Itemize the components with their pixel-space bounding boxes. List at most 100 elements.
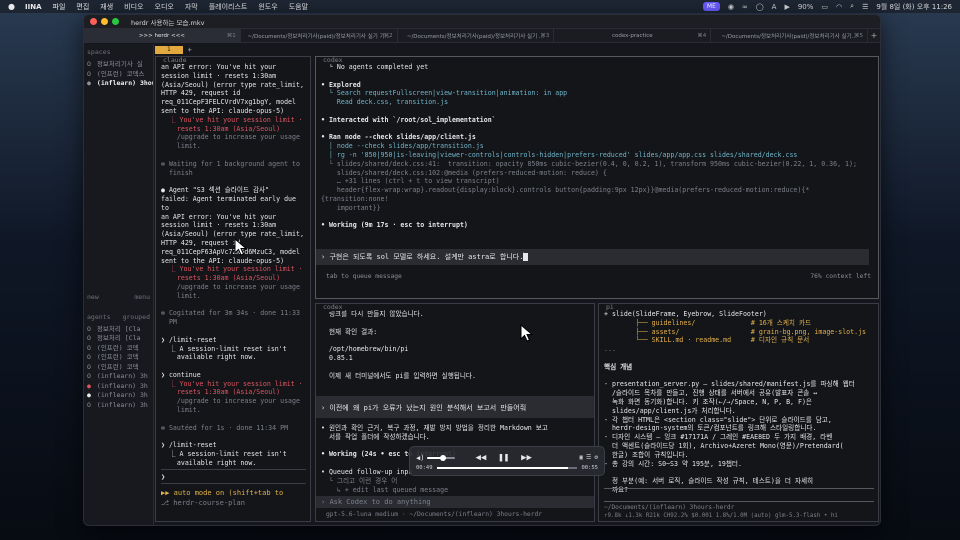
battery-icon[interactable]: ▭ [821,3,828,11]
agent-item[interactable]: O (inflearn) 3h [84,372,153,382]
menu-file[interactable]: 파일 [53,2,66,12]
claude-pane[interactable]: claude an API error: You've hit your ses… [155,56,311,522]
space-item[interactable]: O 정보처리기사 실 [84,60,153,70]
output-line: … +31 lines (ctrl + t to view transcript… [321,177,500,186]
agent-item[interactable]: O 정보처리 [Cla [84,325,153,335]
menu-playback[interactable]: 재생 [100,2,113,12]
output-line: 링크를 다시 만들지 않았습니다. [321,310,424,318]
tab-shortcut: ⌘3 [540,32,550,39]
settings-icon[interactable]: ⚙ [594,454,598,461]
tab-shortcut: ⌘2 [383,32,393,39]
agent-item[interactable]: ● (inflearn) 3h [84,382,153,392]
pi-pane[interactable]: pi + slide(SlideFrame, Eyebrow, SlideFoo… [598,303,879,522]
new-button[interactable]: new [87,293,99,301]
spaces-header: spaces [87,48,111,56]
codex-output: └ No agents completed yet • Explored └ S… [316,57,878,243]
menu-playlist[interactable]: 플레이리스트 [209,2,248,12]
agent-item[interactable]: ● (inflearn) 3h [84,391,153,401]
volume-knob[interactable] [439,454,446,461]
output-line: 이제 새 터미널에서도 pi를 입력하면 실행됩니다. [321,371,476,380]
rewind-icon[interactable]: ◀◀ [475,453,486,463]
agent-item[interactable]: O (인프런) 코덱 [84,353,153,363]
pane-tab-1[interactable]: 1 [155,46,183,54]
output-line: ⎿ A session-limit reset isn't available … [168,450,287,467]
menu-app[interactable]: IINA [25,3,42,11]
wifi-icon[interactable]: ◠ [836,3,842,11]
control-center-icon[interactable]: ☰ [862,3,868,11]
play-icon[interactable]: ▶ [784,3,789,11]
output-line: Read deck.css, transition.js [321,98,449,107]
status-badge[interactable]: ME [702,2,720,11]
zoom-button[interactable] [112,18,119,25]
space-item[interactable]: O (인프런) 코덱스 [84,70,153,80]
clock[interactable]: 9월 8일 (화) 오후 11:26 [876,2,952,12]
agent-item[interactable]: O 정보처리 [Cla [84,334,153,344]
output-line: an API error: You've hit your session li… [161,63,304,115]
output-line: 현재 확인 결과: [321,327,378,336]
mouse-cursor-icon [520,324,534,342]
codex-pane-top[interactable]: codex └ No agents completed yet • Explor… [315,56,879,299]
agent-item-label: (인프런) 코덱 [93,343,139,352]
pip-icon[interactable]: ▣ [579,454,583,461]
seek-bar[interactable] [436,467,578,469]
agent-item-label: 정보처리 [Cla [93,334,141,342]
auto-mode-indicator: ▶▶ auto mode on (shift+tab to [161,489,284,497]
codex-input[interactable]: › 구현은 되도록 sol 모델로 하세요. 설계만 astra로 합니다.▏ [316,249,869,265]
agent-item-label: (inflearn) 3h [93,391,148,399]
apple-icon[interactable]: ● [8,2,17,11]
codex-input[interactable]: › Ask Codex to do anything [316,496,594,508]
volume-slider[interactable] [427,454,456,461]
menu-edit[interactable]: 편집 [76,2,89,12]
claude-prompt[interactable]: ❯ [161,473,165,481]
tab-2[interactable]: ~/Documents/정보처리기사(paid)/정보처리기사 실기 기... ⌘… [241,28,398,43]
media-controls[interactable]: ◀) ◀◀ ❚❚ ▶▶ ▣ ☰ ⚙ 00:49 00:55 [409,446,605,476]
fast-forward-icon[interactable]: ▶▶ [521,453,532,463]
agent-item[interactable]: O (인프런) 코덱 [84,344,153,354]
close-button[interactable] [90,18,97,25]
menu-button[interactable]: menu [134,293,150,301]
pane-tab-add-button[interactable]: + [188,46,192,54]
grouped-toggle[interactable]: grouped [123,313,150,321]
input-source-icon[interactable]: A [772,3,777,11]
search-icon[interactable]: ⌕ [850,2,854,11]
circle-icon[interactable]: ◯ [756,3,764,11]
agent-item[interactable]: O (inflearn) 3h [84,401,153,411]
menu-help[interactable]: 도움말 [289,2,308,12]
playlist-icon[interactable]: ☰ [586,454,591,461]
output-line: ⎿ A session-limit reset isn't available … [168,344,287,362]
output-line: /opt/homebrew/bin/pi [321,345,409,354]
output-line: - 디자인 시스템 — 잉크 #17171A / 그레인 #EAE8ED 두 가… [604,433,844,459]
window-titlebar[interactable]: herdr 사용하는 모습.mkv [84,15,880,29]
output-line: • 원인과 확인 근거, 복구 과정, 재발 방지 방법을 정리한 Markdo… [321,424,548,441]
output-line: 정 부분(예: 서버 로직, 슬라이드 작성 규칙, 테스트)을 더 자세히 까… [611,477,814,494]
space-item-label: (inflearn) 3hour [93,79,153,87]
new-tab-button[interactable]: + [868,31,880,40]
input-placeholder: Ask Codex to do anything [329,498,431,506]
space-item[interactable]: ● (inflearn) 3hour [84,79,153,89]
minimize-button[interactable] [101,18,108,25]
output-line: ⎿ You've hit your session limit · resets… [168,379,303,397]
tab-1[interactable]: >>> herdr <<< ⌘1 [84,28,241,43]
agent-item-label: 정보처리 [Cla [93,324,141,333]
tab-5[interactable]: ~/Documents/정보처리기사(paid)/정보처리기사 실기... ⌘5 [711,28,868,43]
claude-output: an API error: You've hit your session li… [156,57,310,472]
output-line: - 각 챕터 HTML은 <section class="slide"> 단위로… [604,415,832,433]
record-icon[interactable]: ◉ [728,3,734,11]
spaces-list: O 정보처리기사 실O (인프런) 코덱스 ● (inflearn) 3hour [84,60,153,89]
queue-hint: tab to queue message [326,273,402,280]
codex-pane-bottom[interactable]: codex 링크를 다시 만들지 않았습니다. 현재 확인 결과: /opt/h… [315,303,595,522]
agent-item-label: (inflearn) 3h [93,381,148,390]
menu-window[interactable]: 윈도우 [258,2,277,12]
agent-item[interactable]: O (인프런) 코덱 [84,363,153,373]
pause-icon[interactable]: ❚❚ [498,453,509,463]
menu-subtitles[interactable]: 자막 [185,2,198,12]
menu-video[interactable]: 비디오 [124,2,143,12]
menu-audio[interactable]: 오디오 [155,2,174,12]
volume-icon[interactable]: ◀) [416,454,424,462]
tab-3[interactable]: ~/Documents/정보처리기사(paid)/정보처리기사 실기 ... ⌘3 [398,28,555,43]
link-icon[interactable]: ∞ [742,3,748,11]
tab-4[interactable]: codex-practice ⌘4 [554,28,712,43]
